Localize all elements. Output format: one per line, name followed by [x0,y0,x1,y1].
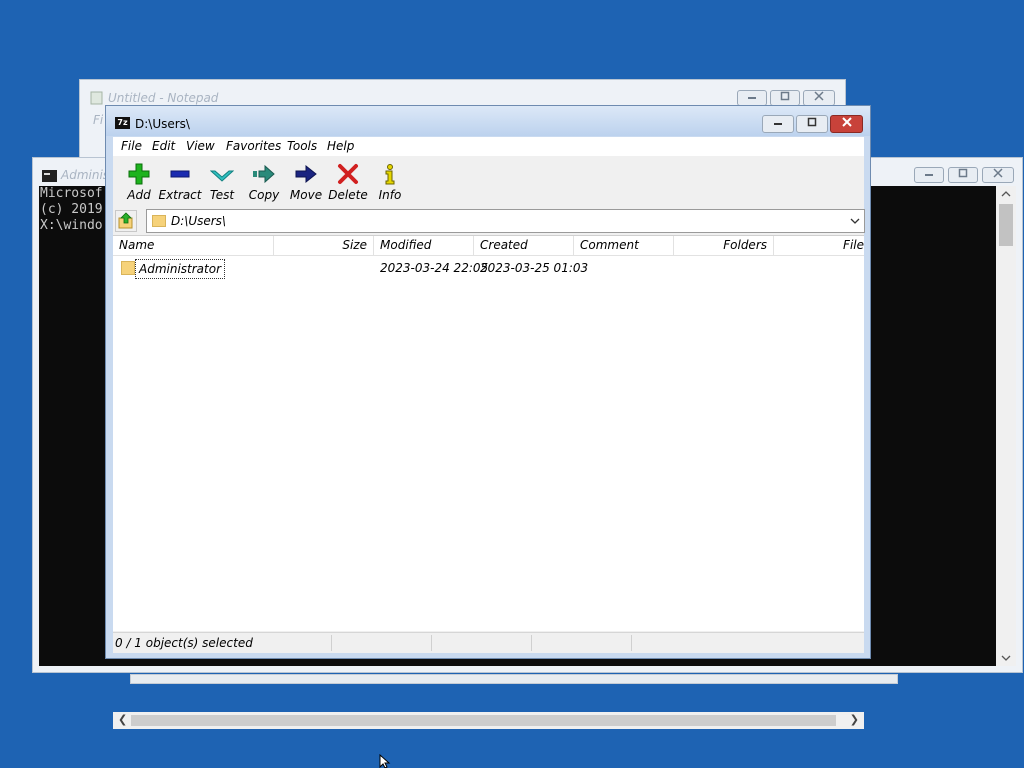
test-label: Test [209,188,235,202]
move-button[interactable]: Move [283,160,329,204]
scroll-left-icon[interactable]: ❮ [118,713,127,726]
background-window-edge [130,674,898,684]
address-bar[interactable]: D:\Users\ [146,209,865,233]
delete-label: Delete [328,188,368,202]
cmd-minimize-button[interactable] [914,167,944,183]
copy-label: Copy [248,188,280,202]
chevron-down-icon[interactable] [848,213,862,229]
cmd-title: Adminis [61,168,110,182]
notepad-menu-file[interactable]: Fi [93,113,103,127]
status-info [532,635,632,651]
sevenzip-client-area: File Edit View Favorites Tools Help Add … [113,137,865,729]
cmd-close-button[interactable] [982,167,1014,183]
menu-view[interactable]: View [186,138,215,154]
minimize-icon [925,174,933,176]
sevenzip-window[interactable]: 7z D:\Users\ File Edit View Favorites To… [105,105,871,729]
minimize-icon [748,97,756,99]
notepad-maximize-button[interactable] [770,90,800,106]
menu-favorites[interactable]: Favorites [226,138,281,154]
column-modified[interactable]: Modified [374,236,474,255]
address-row: D:\Users\ [113,209,865,233]
folder-icon [121,261,135,275]
row-name[interactable]: Administrator [135,259,226,279]
extract-label: Extract [158,188,202,202]
extract-button[interactable]: Extract [157,160,203,204]
sevenzip-close-button[interactable] [830,115,863,133]
scroll-up-icon[interactable] [1001,190,1011,198]
cmd-maximize-button[interactable] [948,167,978,183]
scroll-down-icon[interactable] [1001,654,1011,662]
menu-tools[interactable]: Tools [287,138,317,154]
row-created: 2023-03-25 01:03 [480,261,589,275]
menu-help[interactable]: Help [327,138,354,154]
status-size [332,635,432,651]
sevenzip-titlebar[interactable]: 7z D:\Users\ [106,106,870,136]
arrow-move-icon [295,164,317,184]
status-bar: 0 / 1 object(s) selected [113,632,864,653]
maximize-icon [780,91,790,101]
notepad-minimize-button[interactable] [737,90,767,106]
minus-icon [170,170,190,178]
cmd-icon [42,170,57,182]
column-size[interactable]: Size [274,236,374,255]
add-label: Add [127,188,151,202]
table-row[interactable]: Administrator 2023-03-24 22:05 2023-03-2… [113,257,864,279]
menu-file[interactable]: File [121,138,142,154]
mouse-pointer-icon [379,754,391,768]
plus-icon [128,163,150,185]
sevenzip-minimize-button[interactable] [762,115,794,133]
folder-up-button[interactable] [115,210,137,232]
minimize-icon [774,123,782,125]
notepad-title: Untitled - Notepad [108,91,219,105]
maximize-icon [958,168,968,178]
arrow-copy-icon [253,164,275,184]
close-icon [814,91,824,101]
move-label: Move [289,188,323,202]
column-name[interactable]: Name [113,236,274,255]
test-button[interactable]: Test [199,160,245,204]
add-button[interactable]: Add [116,160,162,204]
folder-up-icon [118,212,133,229]
scroll-right-icon[interactable]: ❯ [850,713,859,726]
sevenzip-app-icon: 7z [115,117,130,129]
menu-edit[interactable]: Edit [152,138,175,154]
notepad-close-button[interactable] [803,90,835,106]
cmd-vertical-scrollbar[interactable] [996,186,1016,666]
toolbar: Add Extract Test Copy Move Delete Info [113,157,864,205]
check-icon [210,170,234,182]
cmd-scroll-thumb[interactable] [999,204,1013,246]
file-list[interactable]: Name Size Modified Created Comment Folde… [113,235,864,729]
list-header: Name Size Modified Created Comment Folde… [113,236,864,256]
x-icon [338,164,358,184]
close-icon [993,168,1003,178]
sevenzip-title: D:\Users\ [135,117,190,131]
folder-icon [152,215,166,227]
row-modified: 2023-03-24 22:05 [380,261,489,275]
column-files[interactable]: File [774,236,864,255]
close-icon [841,117,852,127]
address-path: D:\Users\ [171,214,226,228]
horizontal-scrollbar[interactable]: ❮ ❯ [113,712,864,729]
notepad-titlebar[interactable]: Untitled - Notepad [80,80,845,106]
menu-bar: File Edit View Favorites Tools Help [113,137,864,156]
column-comment[interactable]: Comment [574,236,674,255]
info-icon [385,164,395,185]
info-button[interactable]: Info [367,160,413,204]
sevenzip-maximize-button[interactable] [796,115,828,133]
status-packed [432,635,532,651]
info-label: Info [378,188,402,202]
status-selection: 0 / 1 object(s) selected [113,635,332,651]
maximize-icon [807,117,817,127]
column-folders[interactable]: Folders [674,236,774,255]
horizontal-scroll-thumb[interactable] [131,715,836,726]
delete-button[interactable]: Delete [325,160,371,204]
notepad-icon [90,91,103,105]
column-created[interactable]: Created [474,236,574,255]
copy-button[interactable]: Copy [241,160,287,204]
